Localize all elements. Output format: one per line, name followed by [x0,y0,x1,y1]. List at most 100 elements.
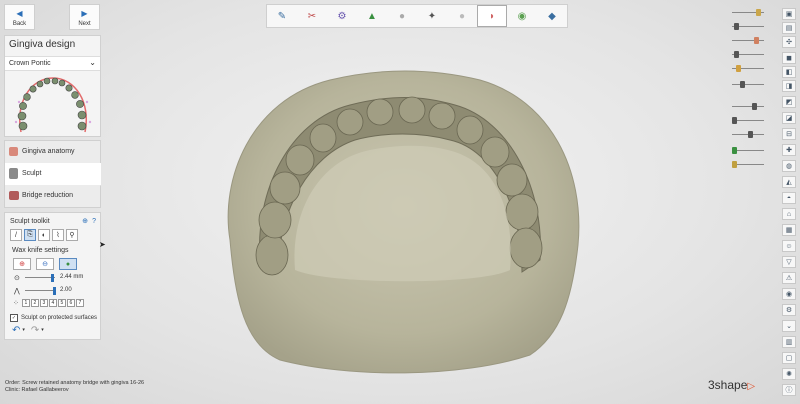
lock-icon[interactable]: ▢ [782,352,796,364]
radius-slider[interactable]: ⊙ 2.44 mm [5,273,100,283]
warning-icon[interactable]: ⚠ [782,272,796,284]
gingiva-view-icon[interactable]: ◓ [782,192,796,204]
drop-icon: ● [65,260,71,268]
sculpt-protected-checkbox[interactable]: ✓ Sculpt on protected surfaces [5,313,100,322]
visibility-slider-2[interactable] [726,22,768,32]
shape-tool-icon[interactable]: ⚲ [66,229,78,241]
preset-3[interactable]: 3 [39,299,48,307]
pen-icon: ✎ [277,10,287,22]
step-sculpt[interactable]: Sculpt [5,163,101,186]
radius-icon: ⊙ [14,275,20,282]
preset-6[interactable]: 6 [66,299,75,307]
tool-anatomy[interactable]: ● [447,5,477,27]
visibility-slider-3[interactable] [726,36,768,46]
view-3d-icon[interactable]: ✣ [782,36,796,48]
measure-icon[interactable]: ✚ [782,144,796,156]
morph-tool-icon[interactable]: ⌇ [52,229,64,241]
view-bottom-icon[interactable]: ◼ [782,52,796,64]
dental-model-view[interactable] [200,60,600,380]
preset-4[interactable]: 4 [48,299,57,307]
step-gingiva-anatomy[interactable]: Gingiva anatomy [5,141,100,164]
remove-wax-button[interactable]: ⊖ [36,258,54,270]
green-tooth-icon: ◉ [517,10,527,22]
tool-coping[interactable]: ✦ [417,5,447,27]
wax-knife-settings-title: Wax knife settings [12,247,69,254]
brand-arrow-icon: ▷ [747,381,756,392]
visibility-slider-4[interactable] [726,50,768,60]
camera-icon[interactable]: ◉ [782,288,796,300]
grid-icon: ⁘ [13,300,19,307]
next-button[interactable]: ▶ Next [69,4,100,30]
model-icon: ◆ [548,10,556,22]
view-top-icon[interactable]: ▣ [782,8,796,20]
settings-icon[interactable]: ⚙ [782,304,796,316]
view-front-icon[interactable]: ▤ [782,22,796,34]
smooth-tool-icon[interactable]: ◐ [38,229,50,241]
help-icon[interactable]: ? [92,218,96,225]
strength-slider-knob[interactable] [53,287,56,295]
section-icon[interactable]: ⊟ [782,128,796,140]
brand-logo: 3shape▷ [708,378,756,392]
distance-icon[interactable]: ◭ [782,176,796,188]
tool-cut[interactable]: ✂ [297,5,327,27]
tool-implant[interactable]: ⚙ [327,5,357,27]
restoration-type-dropdown[interactable]: Crown Pontic ⌄ [5,56,100,71]
undo-icon[interactable]: ↶ [12,325,20,336]
tool-crown[interactable]: ● [387,5,417,27]
view-left-icon[interactable]: ◧ [782,66,796,78]
texture-icon[interactable]: ▦ [782,224,796,236]
back-button[interactable]: ◀ Back [4,4,35,30]
step-bridge-reduction[interactable]: Bridge reduction [5,185,100,207]
brush-tool-icon[interactable]: / [10,229,22,241]
collapse-icon[interactable]: ⌄ [782,320,796,332]
add-wax-button[interactable]: ⊕ [13,258,31,270]
tool-model[interactable]: ◆ [537,5,567,27]
gingiva-icon [9,147,18,156]
redo-dropdown-icon[interactable]: ▾ [41,327,44,333]
tool-tooth-shade[interactable]: ◉ [507,5,537,27]
tool-abutment[interactable]: ▲ [357,5,387,27]
smooth-wax-button[interactable]: ● [59,258,77,270]
wax-knife-tool-icon[interactable]: ⎘ [24,229,36,241]
color-wheel-icon[interactable]: ✺ [782,368,796,380]
transparency-icon[interactable]: ◍ [782,160,796,172]
add-icon[interactable]: ⊕ [82,217,88,225]
visibility-slider-6[interactable] [726,80,768,90]
strength-slider[interactable]: ⋀ 2.00 [5,286,100,296]
tool-gingiva[interactable]: ◗ [477,5,507,27]
visibility-slider-5[interactable] [726,64,768,74]
preset-1[interactable]: 1 [21,299,30,307]
view-occlusal-icon[interactable]: ◪ [782,112,796,124]
visibility-slider-8[interactable] [726,116,768,126]
scissors-icon: ✂ [307,10,317,22]
visibility-slider-10[interactable] [726,146,768,156]
top-toolbar: ✎ ✂ ⚙ ▲ ● ✦ ● ◗ ◉ ◆ [266,4,568,28]
redo-icon[interactable]: ↷ [31,325,39,336]
sculpt-tools: / ⎘ ◐ ⌇ ⚲ [5,229,100,241]
filter-icon[interactable]: ▽ [782,256,796,268]
tool-scan-view[interactable]: ✎ [267,5,297,27]
tooth-chart[interactable] [11,72,96,134]
arrow-left-icon: ◀ [16,9,23,18]
preset-2[interactable]: 2 [30,299,39,307]
face-icon[interactable]: ☺ [782,240,796,252]
antagonist-icon[interactable]: ⌂ [782,208,796,220]
view-right-icon[interactable]: ◨ [782,80,796,92]
preset-5[interactable]: 5 [57,299,66,307]
view-back-icon[interactable]: ◩ [782,96,796,108]
gingiva-tool-icon: ◗ [488,10,496,22]
visibility-slider-11[interactable] [726,160,768,170]
preset-7[interactable]: 7 [75,299,84,307]
visibility-slider-9[interactable] [726,130,768,140]
mouse-cursor-icon: ➤ [99,240,106,249]
info-icon[interactable]: ⓘ [782,384,796,396]
preset-numbers: ⁘ 1 2 3 4 5 6 7 [5,298,100,308]
minus-circle-icon: ⊖ [42,261,48,268]
visibility-slider-7[interactable] [726,102,768,112]
grid-view-icon[interactable]: ▥ [782,336,796,348]
undo-dropdown-icon[interactable]: ▾ [22,327,25,333]
coping-icon: ✦ [427,10,437,22]
visibility-slider-1[interactable] [726,8,768,18]
radius-slider-knob[interactable] [51,274,54,282]
checkbox[interactable]: ✓ [10,313,18,322]
